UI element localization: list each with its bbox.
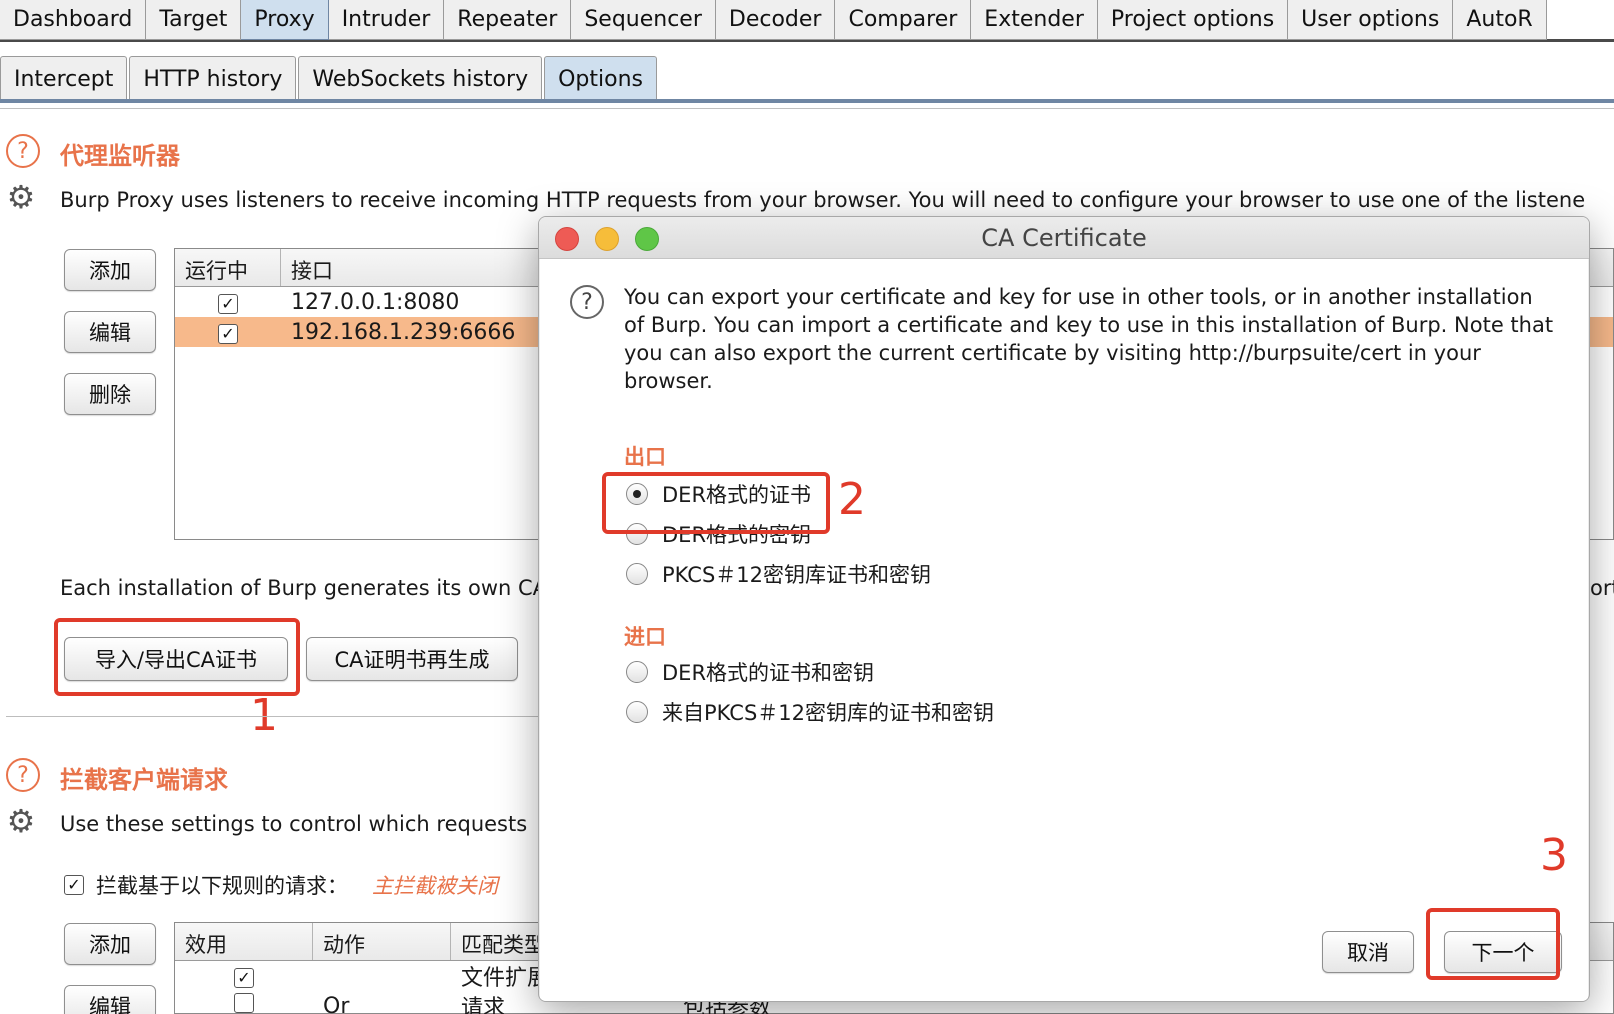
- column-running[interactable]: 运行中: [175, 249, 281, 286]
- gear-icon[interactable]: ⚙: [4, 804, 38, 838]
- remove-listener-button[interactable]: 删除: [64, 373, 156, 415]
- radio-button[interactable]: [626, 661, 648, 683]
- section-divider: [6, 716, 546, 717]
- annotation-number-2: 2: [838, 474, 866, 525]
- ca-note: Each installation of Burp generates its …: [60, 576, 548, 600]
- help-icon[interactable]: ?: [6, 134, 40, 168]
- intercept-rules-checkbox[interactable]: ✓: [64, 875, 84, 895]
- dialog-description: You can export your certificate and key …: [624, 285, 1554, 393]
- column-enabled[interactable]: 效用: [175, 923, 313, 960]
- regenerate-ca-button[interactable]: CA证明书再生成: [306, 637, 518, 681]
- tab-user-options[interactable]: User options: [1288, 0, 1454, 40]
- dialog-title: CA Certificate: [981, 224, 1147, 252]
- help-icon[interactable]: ?: [6, 758, 40, 792]
- main-tab-bar: Dashboard Target Proxy Intruder Repeater…: [0, 0, 1614, 42]
- tab-repeater[interactable]: Repeater: [444, 0, 572, 40]
- add-rule-button[interactable]: 添加: [64, 923, 156, 965]
- match-type-cell: 文件扩展: [461, 966, 550, 991]
- tab-extender[interactable]: Extender: [971, 0, 1098, 40]
- proxy-sub-tab-bar: Intercept HTTP history WebSockets histor…: [0, 56, 1614, 102]
- intercept-description: Use these settings to control which requ…: [60, 812, 528, 836]
- add-listener-button[interactable]: 添加: [64, 249, 156, 291]
- import-group-label: 进口: [624, 625, 666, 649]
- tab-autorepeater[interactable]: AutoR: [1453, 0, 1547, 40]
- option-label: DER格式的证书和密钥: [662, 661, 875, 685]
- running-cell: ✓: [175, 290, 281, 315]
- radio-button[interactable]: [626, 563, 648, 585]
- edit-listener-button[interactable]: 编辑: [64, 311, 156, 353]
- tab-target[interactable]: Target: [146, 0, 242, 40]
- ca-certificate-dialog: CA Certificate ? You can export your cer…: [538, 216, 1590, 1002]
- option-label: PKCS＃12密钥库证书和密钥: [662, 563, 932, 587]
- import-der-option[interactable]: DER格式的证书和密钥: [626, 657, 874, 687]
- running-checkbox[interactable]: ✓: [218, 323, 238, 344]
- export-group-label: 出口: [624, 445, 666, 469]
- enabled-cell: [175, 993, 313, 1014]
- tab-intercept[interactable]: Intercept: [0, 56, 128, 102]
- edit-rule-button[interactable]: 编辑: [64, 985, 156, 1014]
- burp-window: Dashboard Target Proxy Intruder Repeater…: [0, 0, 1614, 1014]
- annotation-number-3: 3: [1540, 830, 1568, 881]
- dialog-title-bar[interactable]: CA Certificate: [539, 217, 1589, 259]
- tab-comparer[interactable]: Comparer: [835, 0, 972, 40]
- export-pkcs12-option[interactable]: PKCS＃12密钥库证书和密钥: [626, 559, 931, 589]
- tab-options[interactable]: Options: [544, 56, 657, 102]
- running-checkbox[interactable]: ✓: [218, 293, 238, 314]
- option-label: 来自PKCS＃12密钥库的证书和密钥: [662, 701, 994, 725]
- rule-enabled-checkbox[interactable]: [234, 993, 254, 1013]
- annotation-box-2: [602, 472, 830, 534]
- import-pkcs12-option[interactable]: 来自PKCS＃12密钥库的证书和密钥: [626, 697, 994, 727]
- intercept-rules-toggle[interactable]: ✓ 拦截基于以下规则的请求：: [64, 870, 348, 900]
- tab-sequencer[interactable]: Sequencer: [571, 0, 716, 40]
- interface-cell: 127.0.0.1:8080: [291, 289, 460, 315]
- sub-tab-divider: [0, 108, 1614, 109]
- enabled-cell: ✓: [175, 964, 313, 989]
- tab-dashboard[interactable]: Dashboard: [0, 0, 147, 40]
- column-operator[interactable]: 动作: [313, 923, 451, 960]
- gear-icon[interactable]: ⚙: [4, 180, 38, 214]
- help-icon[interactable]: ?: [570, 285, 604, 319]
- ca-note-tail: ort: [1590, 576, 1614, 600]
- tab-intruder[interactable]: Intruder: [328, 0, 445, 40]
- dialog-body: ? You can export your certificate and ke…: [540, 259, 1588, 1001]
- section-title-listeners: 代理监听器: [60, 142, 180, 170]
- tab-proxy[interactable]: Proxy: [241, 0, 329, 40]
- master-intercept-status: 主拦截被关闭: [372, 874, 498, 898]
- tab-decoder[interactable]: Decoder: [715, 0, 836, 40]
- intercept-rules-label: 拦截基于以下规则的请求：: [96, 874, 348, 898]
- radio-button[interactable]: [626, 701, 648, 723]
- rule-enabled-checkbox[interactable]: ✓: [234, 967, 254, 988]
- running-cell: ✓: [175, 320, 281, 345]
- tab-websockets-history[interactable]: WebSockets history: [298, 56, 543, 102]
- tab-http-history[interactable]: HTTP history: [129, 56, 297, 102]
- annotation-box-1: [54, 618, 300, 696]
- operator-cell: Or: [323, 993, 350, 1014]
- sub-tab-underline: [0, 99, 1614, 103]
- tab-project-options[interactable]: Project options: [1097, 0, 1289, 40]
- listeners-description: Burp Proxy uses listeners to receive inc…: [60, 188, 1586, 212]
- cancel-button[interactable]: 取消: [1322, 931, 1414, 973]
- interface-cell: 192.168.1.239:6666: [291, 319, 516, 345]
- section-title-intercept: 拦截客户端请求: [60, 766, 228, 794]
- annotation-box-3: [1426, 908, 1560, 980]
